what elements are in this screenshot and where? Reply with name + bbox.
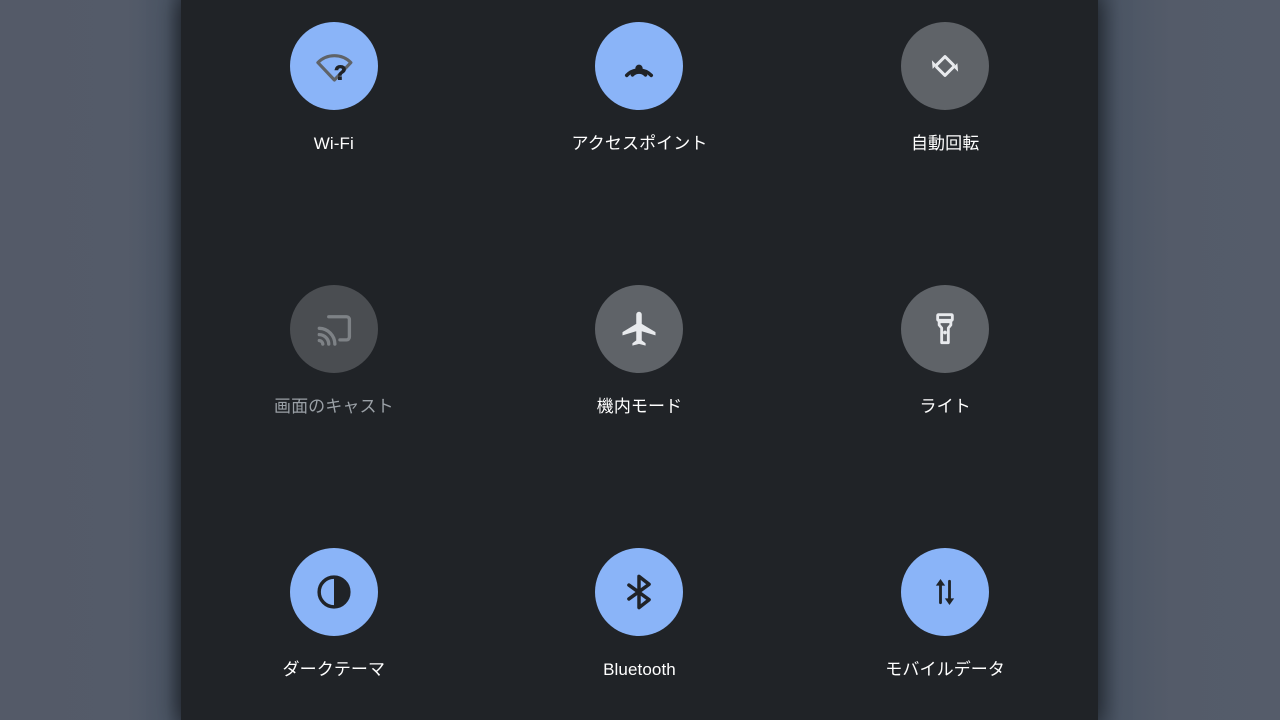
tile-auto-rotate[interactable]: 自動回転 xyxy=(792,0,1098,263)
tile-mobile-data[interactable]: モバイルデータ xyxy=(792,526,1098,720)
tile-screen-cast-label: 画面のキャスト xyxy=(273,397,394,416)
tile-screen-cast[interactable]: 画面のキャスト xyxy=(181,263,487,526)
tile-dark-theme-circle[interactable] xyxy=(289,548,378,636)
flashlight-icon xyxy=(925,309,965,349)
cast-icon xyxy=(313,308,355,350)
tile-wifi-circle[interactable]: ? xyxy=(289,22,378,110)
bluetooth-icon xyxy=(617,570,661,614)
tile-dark-theme[interactable]: ダークテーマ xyxy=(181,526,487,720)
tile-mobile-data-circle[interactable] xyxy=(901,548,990,636)
tile-flashlight-circle[interactable] xyxy=(901,285,990,373)
mobile-data-icon xyxy=(925,572,965,612)
airplane-icon xyxy=(617,307,661,351)
tile-bluetooth[interactable]: Bluetooth xyxy=(487,526,793,720)
svg-text:?: ? xyxy=(334,63,346,85)
tile-screen-cast-circle[interactable] xyxy=(289,285,378,373)
desktop-backdrop-left xyxy=(0,0,181,720)
tile-dark-theme-label: ダークテーマ xyxy=(282,660,386,679)
tile-bluetooth-label: Bluetooth xyxy=(603,660,676,679)
wifi-question-icon: ? xyxy=(311,43,357,89)
quick-settings-tile-grid: ? Wi-Fi アクセスポイント 自動回転 画面のキャスト 機内モード ライト … xyxy=(181,0,1098,720)
auto-rotate-icon xyxy=(924,45,966,87)
desktop-backdrop-right xyxy=(1098,0,1280,720)
hotspot-icon xyxy=(616,43,662,89)
tile-hotspot-label: アクセスポイント xyxy=(571,134,708,153)
tile-bluetooth-circle[interactable] xyxy=(595,548,684,636)
dark-theme-icon xyxy=(312,570,356,614)
tile-flashlight[interactable]: ライト xyxy=(792,263,1098,526)
tile-hotspot[interactable]: アクセスポイント xyxy=(487,0,793,263)
tile-auto-rotate-circle[interactable] xyxy=(901,22,990,110)
tile-airplane-mode-circle[interactable] xyxy=(595,285,684,373)
tile-auto-rotate-label: 自動回転 xyxy=(910,134,980,153)
tile-airplane-mode[interactable]: 機内モード xyxy=(487,263,793,526)
tile-hotspot-circle[interactable] xyxy=(595,22,684,110)
screen: ? Wi-Fi アクセスポイント 自動回転 画面のキャスト 機内モード ライト … xyxy=(0,0,1280,720)
tile-wifi[interactable]: ? Wi-Fi xyxy=(181,0,487,263)
tile-flashlight-label: ライト xyxy=(919,397,971,416)
tile-airplane-mode-label: 機内モード xyxy=(596,397,683,416)
tile-wifi-label: Wi-Fi xyxy=(313,134,354,153)
quick-settings-panel: ? Wi-Fi アクセスポイント 自動回転 画面のキャスト 機内モード ライト … xyxy=(181,0,1098,720)
tile-mobile-data-label: モバイルデータ xyxy=(885,660,1005,679)
